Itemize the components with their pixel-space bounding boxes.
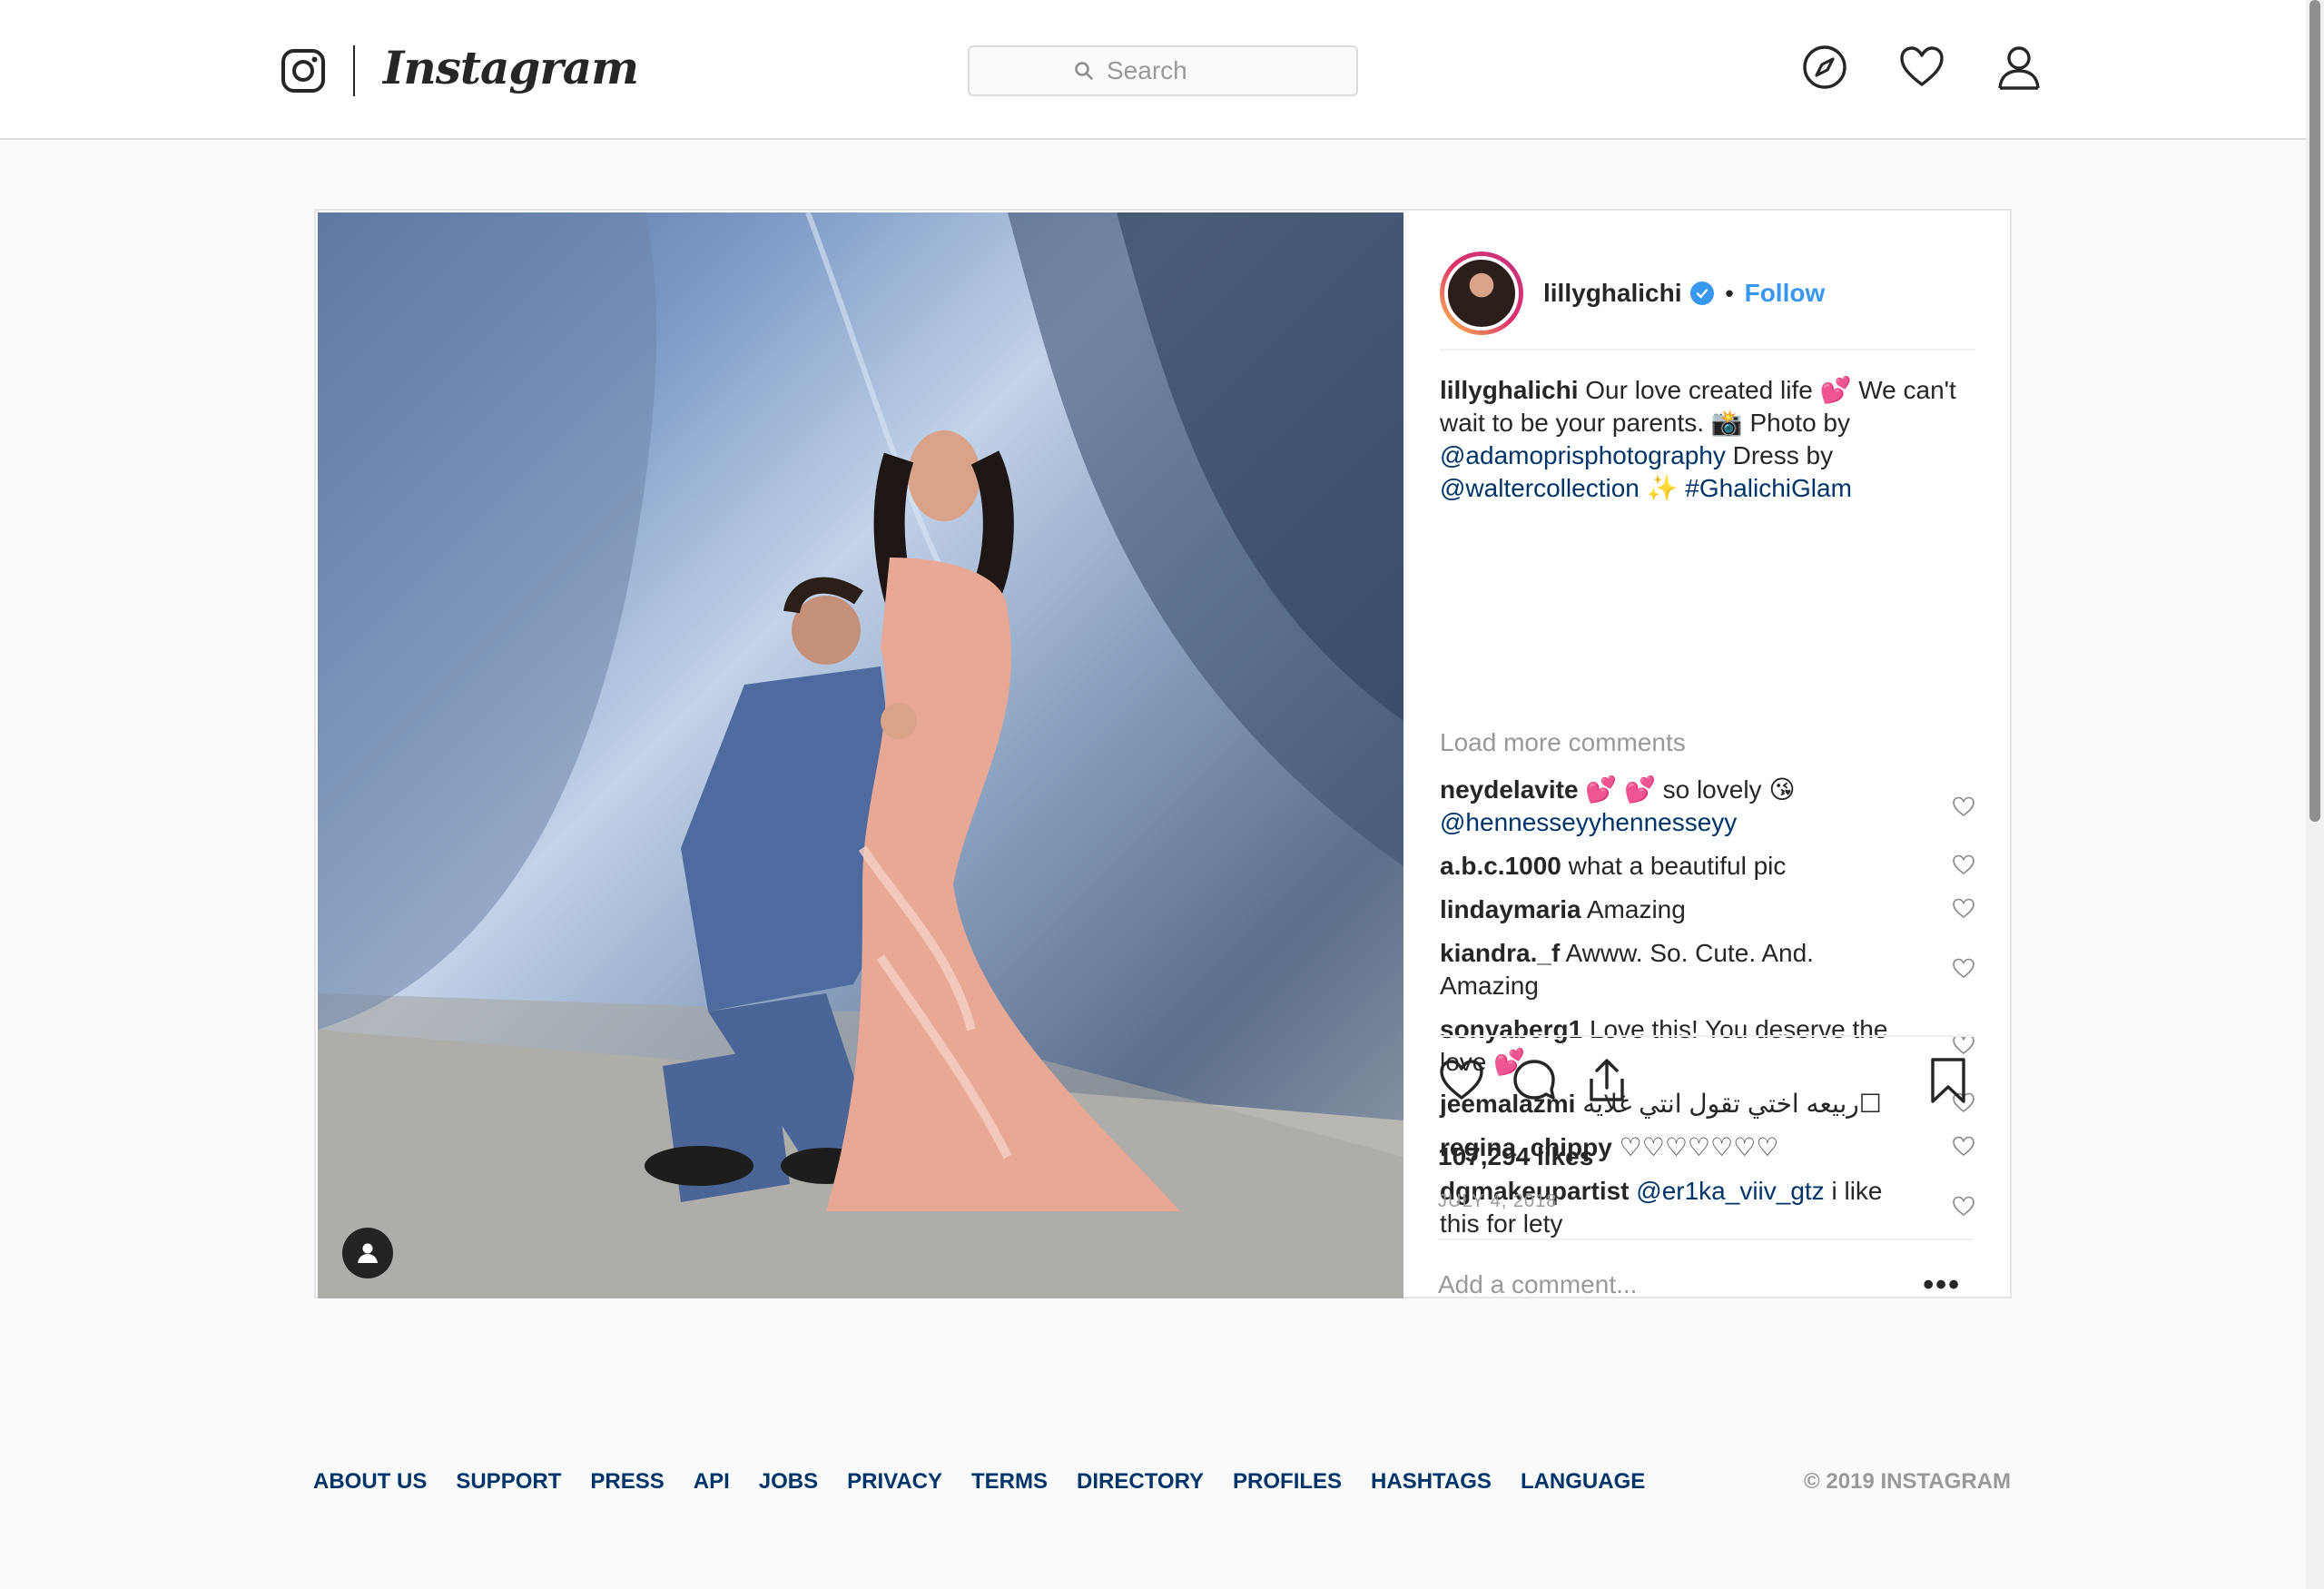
comment-row: lindaymaria Amazing bbox=[1440, 893, 1975, 926]
comment-mention[interactable]: @hennesseyyhennesseyy bbox=[1440, 808, 1737, 836]
comment-row: a.b.c.1000 what a beautiful pic bbox=[1440, 850, 1975, 883]
comment-row: kiandra._f Awww. So. Cute. And. Amazing bbox=[1440, 937, 1975, 1002]
comment-like-heart-icon[interactable] bbox=[1952, 957, 1975, 981]
comment-like-heart-icon[interactable] bbox=[1952, 795, 1975, 819]
footer-link-api[interactable]: API bbox=[694, 1469, 730, 1495]
footer-link-press[interactable]: PRESS bbox=[590, 1469, 664, 1495]
caption-username[interactable]: lillyghalichi bbox=[1440, 376, 1578, 404]
footer-link-directory[interactable]: DIRECTORY bbox=[1077, 1469, 1204, 1495]
search-icon bbox=[1075, 62, 1093, 80]
caption: lillyghalichi Our love created life 💕 We… bbox=[1440, 374, 1957, 505]
footer: ABOUT US SUPPORT PRESS API JOBS PRIVACY … bbox=[313, 1469, 2011, 1505]
tagged-people-button[interactable] bbox=[342, 1228, 393, 1278]
footer-link-language[interactable]: LANGUAGE bbox=[1521, 1469, 1645, 1495]
comment-row: neydelavite 💕 💕 so lovely 😘 @hennesseyyh… bbox=[1440, 774, 1975, 839]
owner-username[interactable]: lillyghalichi bbox=[1543, 279, 1681, 308]
footer-links: ABOUT US SUPPORT PRESS API JOBS PRIVACY … bbox=[313, 1469, 2011, 1495]
footer-link-terms[interactable]: TERMS bbox=[971, 1469, 1048, 1495]
share-icon[interactable] bbox=[1583, 1057, 1630, 1104]
caption-mention[interactable]: @waltercollection bbox=[1440, 474, 1640, 502]
avatar bbox=[1444, 256, 1519, 331]
instagram-glyph-icon[interactable] bbox=[280, 47, 327, 94]
caption-hashtag[interactable]: #GhalichiGlam bbox=[1685, 474, 1852, 502]
comment-bubble-icon[interactable] bbox=[1511, 1057, 1558, 1104]
caption-text: ✨ bbox=[1639, 474, 1686, 502]
comment-username[interactable]: lindaymaria bbox=[1440, 895, 1581, 923]
comment-text: Amazing bbox=[1581, 895, 1686, 923]
logo-divider bbox=[353, 45, 355, 96]
instagram-wordmark[interactable]: Instagram bbox=[383, 36, 639, 100]
post-date[interactable]: JULY 4, 2018 bbox=[1438, 1191, 1557, 1212]
caption-text: Dress by bbox=[1725, 441, 1834, 469]
photo-illustration bbox=[318, 212, 1403, 1298]
scrollbar-thumb[interactable] bbox=[2309, 0, 2320, 822]
likes-count[interactable]: 107,294 likes bbox=[1438, 1142, 1593, 1171]
footer-link-hashtags[interactable]: HASHTAGS bbox=[1371, 1469, 1492, 1495]
follow-button[interactable]: Follow bbox=[1745, 279, 1826, 308]
comment-text: what a beautiful pic bbox=[1561, 852, 1787, 880]
top-nav: Instagram bbox=[0, 0, 2306, 140]
comment-like-heart-icon[interactable] bbox=[1952, 854, 1975, 877]
comment-username[interactable]: neydelavite bbox=[1440, 775, 1579, 804]
comment-text: 💕 💕 so lovely 😘 bbox=[1578, 775, 1796, 804]
comment-username[interactable]: kiandra._f bbox=[1440, 939, 1560, 967]
copyright: © 2019 INSTAGRAM bbox=[1804, 1469, 2011, 1494]
heart-icon[interactable] bbox=[1898, 44, 1945, 91]
profile-icon[interactable] bbox=[1995, 44, 2043, 91]
footer-link-about[interactable]: ABOUT US bbox=[313, 1469, 427, 1495]
verified-badge-icon bbox=[1690, 281, 1715, 305]
person-icon bbox=[358, 1243, 378, 1263]
post-header: lillyghalichi • Follow bbox=[1440, 238, 1975, 350]
caption-mention[interactable]: @adamoprisphotography bbox=[1440, 441, 1726, 469]
add-comment-bar: ••• bbox=[1438, 1239, 1974, 1329]
footer-link-profiles[interactable]: PROFILES bbox=[1233, 1469, 1342, 1495]
compass-icon[interactable] bbox=[1801, 44, 1848, 91]
footer-link-jobs[interactable]: JOBS bbox=[759, 1469, 818, 1495]
load-more-comments-button[interactable]: Load more comments bbox=[1440, 728, 1686, 757]
search-input[interactable] bbox=[1107, 56, 1252, 85]
bookmark-icon[interactable] bbox=[1925, 1057, 1972, 1104]
footer-link-support[interactable]: SUPPORT bbox=[456, 1469, 561, 1495]
post-photo[interactable] bbox=[318, 212, 1403, 1298]
like-heart-icon[interactable] bbox=[1438, 1057, 1485, 1104]
separator-dot: • bbox=[1725, 279, 1734, 307]
footer-link-privacy[interactable]: PRIVACY bbox=[847, 1469, 942, 1495]
avatar-story-ring[interactable] bbox=[1440, 252, 1523, 335]
search-box[interactable] bbox=[968, 45, 1358, 96]
add-comment-input[interactable] bbox=[1438, 1270, 1874, 1299]
more-options-button[interactable]: ••• bbox=[1923, 1268, 1974, 1303]
comment-like-heart-icon[interactable] bbox=[1952, 897, 1975, 921]
comment-username[interactable]: a.b.c.1000 bbox=[1440, 852, 1561, 880]
post-actions: 107,294 likes JULY 4, 2018 ••• bbox=[1438, 1035, 1974, 1302]
